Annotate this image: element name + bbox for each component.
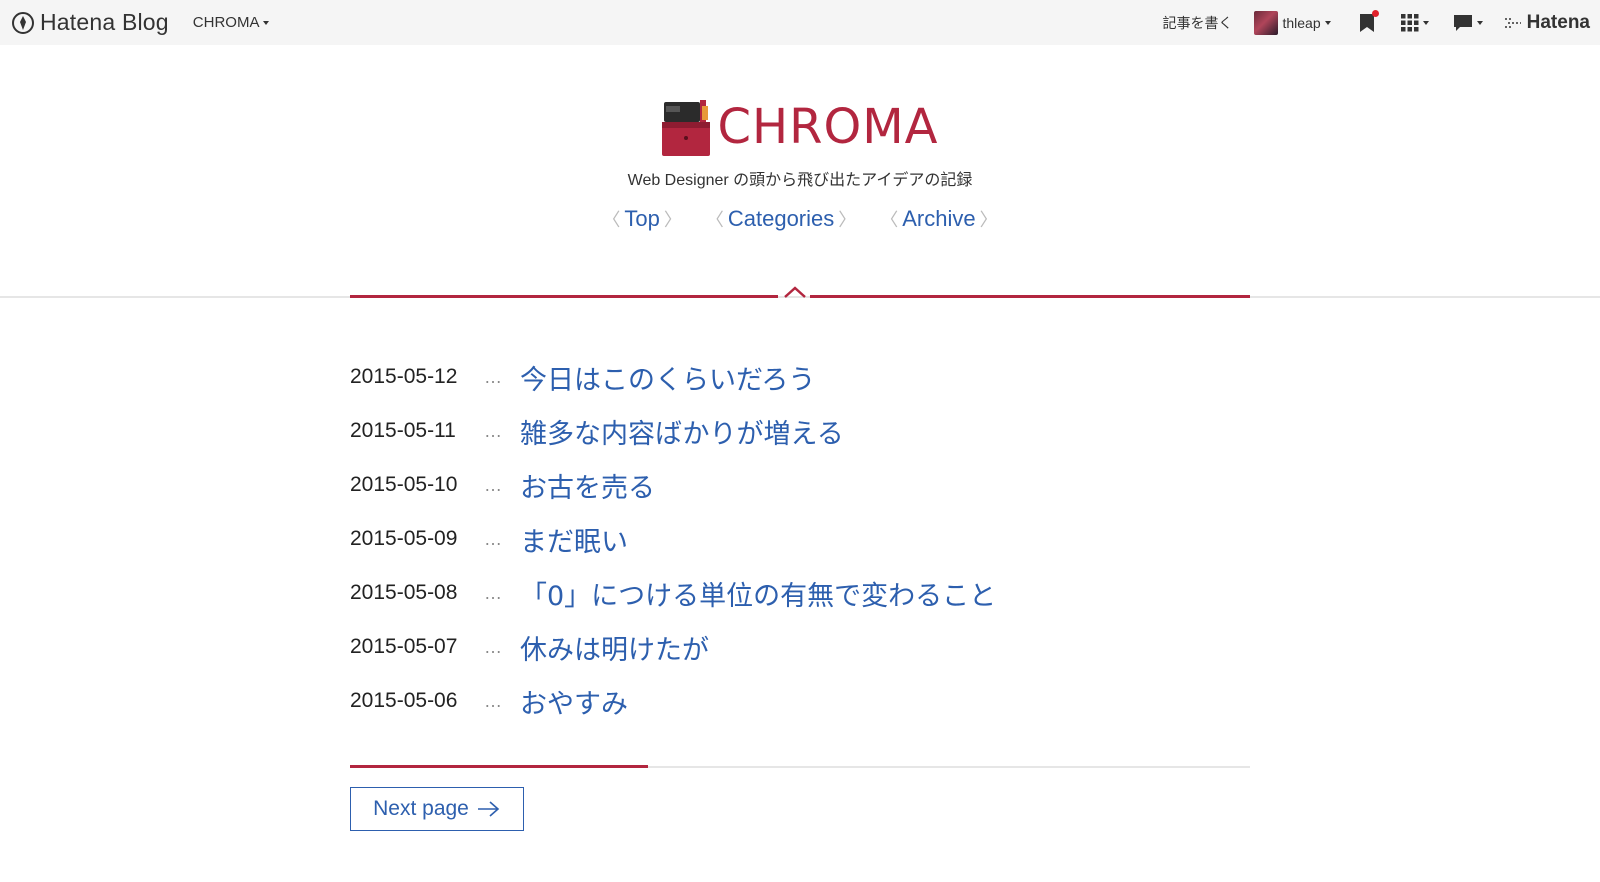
accent-divider-right [810, 295, 1250, 298]
chevron-down-icon [1422, 20, 1429, 25]
list-item: 2015-05-07 … 休みは明けたが [350, 620, 1250, 674]
hatena-home-link[interactable]: Hatena [1503, 12, 1590, 34]
blog-selector[interactable]: CHROMA [193, 14, 270, 31]
entry-title-link[interactable]: おやすみ [520, 682, 628, 721]
entry-title-link[interactable]: お古を売る [520, 466, 655, 505]
entry-date: 2015-05-09 [350, 527, 458, 550]
list-item: 2015-05-12 … 今日はこのくらいだろう [350, 350, 1250, 404]
username: thleap [1282, 14, 1321, 31]
entry-title-link[interactable]: まだ眠い [520, 520, 628, 559]
entry-date: 2015-05-07 [350, 635, 458, 658]
nav-top-label: Top [624, 206, 660, 231]
entry-date: 2015-05-06 [350, 689, 458, 712]
grid-icon [1400, 13, 1419, 31]
entry-separator: … [484, 366, 503, 387]
write-entry-link[interactable]: 記事を書く [1162, 13, 1232, 33]
chevron-down-icon [1324, 20, 1331, 25]
blog-title-text: CHROMA [717, 99, 939, 155]
next-page-button[interactable]: Next page [350, 787, 524, 831]
chevron-down-icon [1476, 20, 1483, 25]
blog-title[interactable]: CHROMA [0, 98, 1600, 156]
chevron-down-icon [263, 20, 270, 25]
brand-name: Hatena Blog [40, 9, 169, 35]
blog-nav: 〈 Top 〉 〈 Categories 〉 〈 Archive 〉 [0, 206, 1600, 232]
bracket-right-icon: 〉 [838, 210, 857, 230]
bracket-right-icon: 〉 [979, 210, 998, 230]
global-header-right: 記事を書く thleap Hatena [1162, 0, 1600, 45]
blog-selector-label: CHROMA [192, 14, 260, 31]
nav-archive[interactable]: 〈 Archive 〉 [880, 206, 997, 232]
chevron-up-icon [784, 286, 806, 298]
next-page-label: Next page [373, 797, 469, 820]
bracket-left-icon: 〈 [602, 210, 621, 230]
entry-date: 2015-05-12 [350, 365, 458, 388]
bracket-left-icon: 〈 [880, 210, 899, 230]
entry-separator: … [484, 474, 503, 495]
entry-date: 2015-05-10 [350, 473, 458, 496]
apps-menu-button[interactable] [1400, 13, 1429, 32]
hatena-pen-icon [12, 11, 34, 34]
entry-date: 2015-05-11 [350, 419, 456, 442]
nav-categories-label: Categories [727, 206, 835, 231]
entry-date: 2015-05-08 [350, 581, 458, 604]
global-header: Hatena Blog CHROMA 記事を書く thleap Hatena [0, 0, 1600, 45]
blog-logo-icon [661, 100, 710, 156]
notification-dot [1371, 9, 1379, 17]
blog-description: Web Designer の頭から飛び出たアイデアの記録 [627, 172, 973, 189]
list-item: 2015-05-06 … おやすみ [350, 674, 1250, 728]
entry-separator: … [484, 636, 503, 657]
nav-archive-label: Archive [902, 206, 976, 231]
hatena-logo-icon [1504, 17, 1521, 28]
nav-categories[interactable]: 〈 Categories 〉 [706, 206, 856, 232]
arrow-right-icon [477, 800, 501, 818]
entry-separator: … [484, 528, 503, 549]
notifications-button[interactable] [1453, 14, 1483, 32]
bracket-right-icon: 〉 [663, 210, 682, 230]
user-menu[interactable]: thleap [1254, 10, 1331, 35]
entry-title-link[interactable]: 「0」につける単位の有無で変わること [520, 574, 996, 613]
hatena-blog-logo[interactable]: Hatena Blog [12, 9, 169, 36]
nav-top[interactable]: 〈 Top 〉 [602, 206, 681, 232]
entry-list: 2015-05-12 … 今日はこのくらいだろう 2015-05-11 … 雑多… [350, 350, 1250, 728]
entry-title-link[interactable]: 雑多な内容ばかりが増える [520, 412, 844, 451]
entry-separator: … [484, 690, 503, 711]
entry-separator: … [484, 582, 503, 603]
hatena-label: Hatena [1526, 11, 1590, 33]
entry-separator: … [484, 420, 503, 441]
entry-title-link[interactable]: 休みは明けたが [520, 628, 709, 667]
list-item: 2015-05-08 … 「0」につける単位の有無で変わること [350, 566, 1250, 620]
bookmark-button[interactable] [1359, 9, 1379, 33]
list-item: 2015-05-10 … お古を売る [350, 458, 1250, 512]
accent-divider-left [350, 295, 778, 298]
list-item: 2015-05-09 … まだ眠い [350, 512, 1250, 566]
pager-accent-divider [350, 765, 648, 768]
bracket-left-icon: 〈 [705, 210, 724, 230]
avatar [1254, 10, 1279, 35]
entry-title-link[interactable]: 今日はこのくらいだろう [520, 358, 815, 397]
list-item: 2015-05-11 … 雑多な内容ばかりが増える [350, 404, 1250, 458]
comment-icon [1453, 14, 1472, 31]
